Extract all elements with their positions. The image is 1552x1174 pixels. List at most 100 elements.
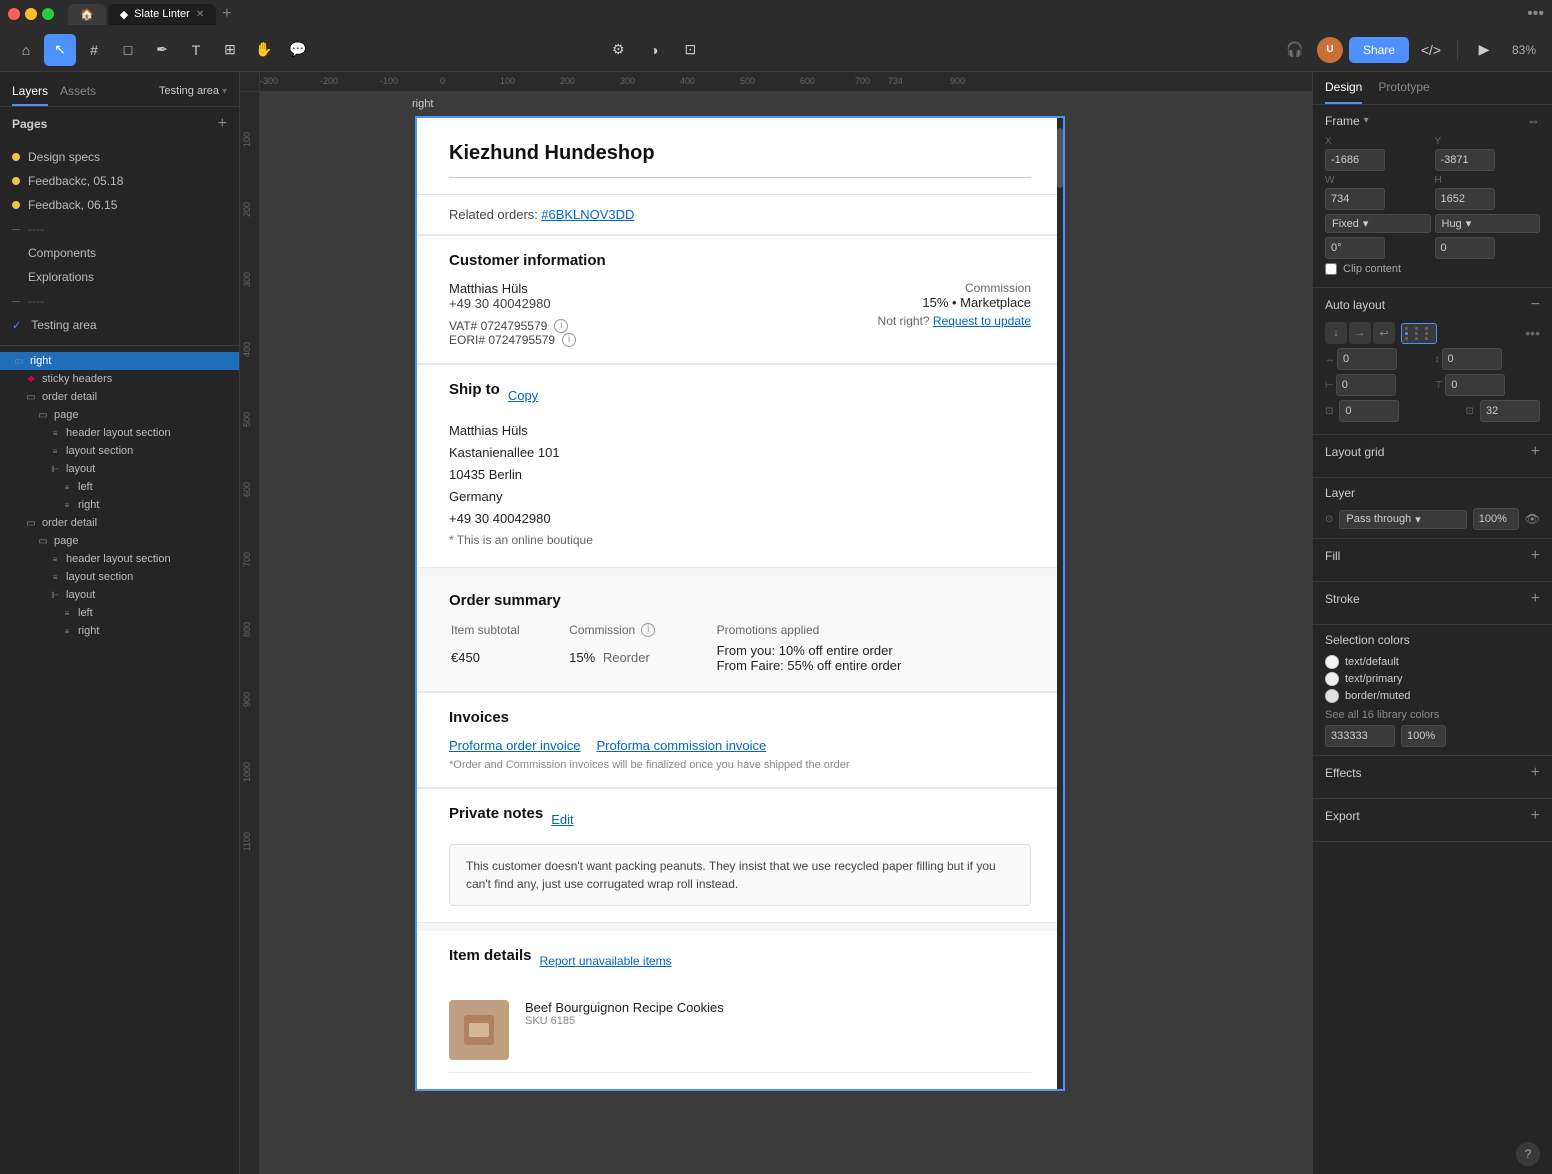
canvas-viewport[interactable]: right Kiezhund Hundeshop	[260, 92, 1312, 1174]
fixed-dropdown[interactable]: Fixed ▾	[1325, 214, 1431, 233]
frame-tool-button[interactable]: #	[78, 34, 110, 66]
x-input[interactable]	[1325, 149, 1385, 171]
gap-h-input[interactable]	[1337, 348, 1397, 370]
request-update-link[interactable]: Request to update	[933, 314, 1031, 328]
tab-design[interactable]: Design	[1325, 72, 1362, 104]
tab-assets[interactable]: Assets	[60, 80, 96, 106]
text-tool-button[interactable]: T	[180, 34, 212, 66]
h-input[interactable]	[1435, 188, 1495, 210]
direction-wrap-btn[interactable]: ↩	[1373, 322, 1395, 344]
opacity-pct-input[interactable]	[1401, 725, 1446, 747]
code-view-button[interactable]: </>	[1415, 34, 1447, 66]
page-item-feedback1[interactable]: Feedbackc, 05.18	[0, 169, 239, 193]
opacity-input[interactable]	[1473, 508, 1519, 530]
related-orders-link[interactable]: #6BKLNOV3DD	[541, 207, 634, 222]
layer-left-1[interactable]: ≡ left	[0, 478, 239, 496]
comment-tool-button[interactable]: 💬	[282, 34, 314, 66]
edit-link[interactable]: Edit	[551, 812, 573, 827]
cursor-tool-button[interactable]: ↖	[44, 34, 76, 66]
layer-page-2[interactable]: ▭ page	[0, 532, 239, 550]
see-all-link[interactable]: See all 16 library colors	[1325, 709, 1439, 721]
layer-sticky-headers[interactable]: ❖ sticky headers	[0, 370, 239, 388]
scrollbar-track[interactable]	[1057, 118, 1063, 1089]
pad-left-input[interactable]	[1336, 374, 1396, 396]
eori-info-icon[interactable]: i	[562, 333, 576, 347]
rotation-input[interactable]	[1325, 237, 1385, 259]
hug-dropdown[interactable]: Hug ▾	[1435, 214, 1541, 233]
layer-layout-section-2[interactable]: ≡ layout section	[0, 568, 239, 586]
counter-input[interactable]	[1339, 400, 1399, 422]
home-tab[interactable]: 🏠	[68, 4, 106, 25]
new-tab-button[interactable]: +	[218, 5, 235, 23]
shape-tool-button[interactable]: □	[112, 34, 144, 66]
right-pad-input[interactable]	[1480, 400, 1540, 422]
w-input[interactable]	[1325, 188, 1385, 210]
component-tool-button[interactable]: ⊞	[214, 34, 246, 66]
page-item-design-specs[interactable]: Design specs	[0, 145, 239, 169]
maximize-button[interactable]	[42, 8, 54, 20]
page-item-feedback2[interactable]: Feedback, 06.15	[0, 193, 239, 217]
auto-layout-collapse-button[interactable]: −	[1531, 296, 1540, 314]
color-swatch-3[interactable]	[1325, 689, 1339, 703]
layer-order-detail-1[interactable]: ▭ order detail	[0, 388, 239, 406]
help-button[interactable]: ?	[1516, 1142, 1540, 1166]
slate-linter-tab[interactable]: ◆ Slate Linter ✕	[108, 4, 217, 25]
visibility-icon[interactable]: 👁	[1525, 512, 1540, 526]
add-layout-grid-button[interactable]: +	[1531, 443, 1540, 461]
window-menu-button[interactable]: •••	[1527, 5, 1544, 23]
tab-layers[interactable]: Layers	[12, 80, 48, 106]
frame-collapse-button[interactable]: ⇔	[1527, 113, 1540, 128]
add-page-button[interactable]: +	[218, 115, 227, 133]
layer-right-1[interactable]: ≡ right	[0, 496, 239, 514]
clip-content-checkbox[interactable]	[1325, 263, 1337, 275]
proforma-commission-link[interactable]: Proforma commission invoice	[597, 738, 767, 753]
layer-layout-section-1[interactable]: ≡ layout section	[0, 442, 239, 460]
copy-link[interactable]: Copy	[508, 388, 538, 403]
share-button[interactable]: Share	[1349, 37, 1409, 63]
add-stroke-button[interactable]: +	[1531, 590, 1540, 608]
auto-layout-more-button[interactable]: •••	[1525, 325, 1540, 341]
corner-input[interactable]	[1435, 237, 1495, 259]
page-item-explorations[interactable]: Explorations	[0, 265, 239, 289]
color-swatch-1[interactable]	[1325, 655, 1339, 669]
layer-left-2[interactable]: ≡ left	[0, 604, 239, 622]
pen-tool-button[interactable]: ✒	[146, 34, 178, 66]
layer-page-1[interactable]: ▭ page	[0, 406, 239, 424]
scrollbar-thumb[interactable]	[1057, 128, 1063, 188]
home-tool-button[interactable]: ⌂	[10, 34, 42, 66]
headphone-button[interactable]: 🎧	[1279, 34, 1311, 66]
commission-info-icon[interactable]: i	[641, 623, 655, 637]
page-item-testing-area[interactable]: ✓ Testing area	[0, 313, 239, 337]
y-input[interactable]	[1435, 149, 1495, 171]
proforma-order-link[interactable]: Proforma order invoice	[449, 738, 581, 753]
plugins-button[interactable]: ⚙	[602, 34, 634, 66]
gap-v-input[interactable]	[1442, 348, 1502, 370]
pad-top-input[interactable]	[1445, 374, 1505, 396]
layers-button[interactable]: ⊡	[674, 34, 706, 66]
layer-layout-1[interactable]: ⊩ layout	[0, 460, 239, 478]
layer-order-detail-2[interactable]: ▭ order detail	[0, 514, 239, 532]
contrast-button[interactable]: ◑	[638, 34, 670, 66]
layer-right-2[interactable]: ≡ right	[0, 622, 239, 640]
layer-header-layout-section-1[interactable]: ≡ header layout section	[0, 424, 239, 442]
vat-info-icon[interactable]: i	[554, 319, 568, 333]
frame-dropdown[interactable]: Frame ▾	[1325, 114, 1369, 128]
tab-prototype[interactable]: Prototype	[1378, 72, 1429, 104]
hand-tool-button[interactable]: ✋	[248, 34, 280, 66]
direction-down-btn[interactable]: ↓	[1325, 322, 1347, 344]
color-swatch-2[interactable]	[1325, 672, 1339, 686]
minimize-button[interactable]	[25, 8, 37, 20]
layer-header-layout-section-2[interactable]: ≡ header layout section	[0, 550, 239, 568]
direction-right-btn[interactable]: →	[1349, 322, 1371, 344]
close-button[interactable]	[8, 8, 20, 20]
layer-right-selected[interactable]: ▭ right	[0, 352, 239, 370]
page-item-components[interactable]: Components	[0, 241, 239, 265]
play-button[interactable]: ▶	[1468, 34, 1500, 66]
add-effect-button[interactable]: +	[1531, 764, 1540, 782]
layer-layout-2[interactable]: ⊩ layout	[0, 586, 239, 604]
tab-close-button[interactable]: ✕	[196, 9, 204, 20]
window-controls[interactable]	[8, 8, 54, 20]
add-export-button[interactable]: +	[1531, 807, 1540, 825]
blend-mode-dropdown[interactable]: Pass through ▾	[1339, 510, 1466, 529]
hex-input[interactable]	[1325, 725, 1395, 747]
